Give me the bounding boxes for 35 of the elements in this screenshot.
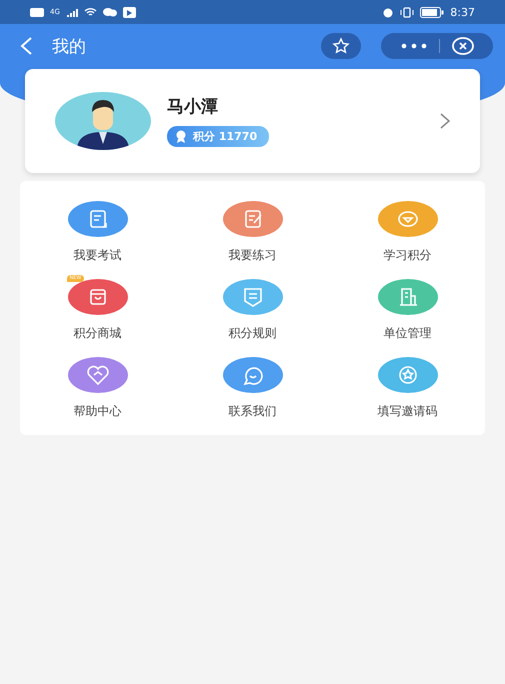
- star-icon: [332, 37, 350, 55]
- menu-icon[interactable]: [222, 357, 284, 393]
- back-icon[interactable]: [20, 37, 32, 55]
- medal-icon: [175, 130, 187, 143]
- menu-label[interactable]: 单位管理: [384, 325, 432, 342]
- menu-icon[interactable]: [222, 279, 284, 315]
- battery-icon: [420, 6, 444, 18]
- profile-card[interactable]: 马小潭 积分 11770: [25, 69, 480, 173]
- menu-label[interactable]: 填写邀请码: [378, 403, 438, 420]
- menu-icon[interactable]: [66, 201, 128, 237]
- close-icon[interactable]: [452, 37, 474, 55]
- menu-icon[interactable]: [66, 279, 128, 315]
- chevron-right-icon[interactable]: [440, 113, 450, 129]
- menu-label[interactable]: 联系我们: [228, 403, 276, 420]
- menu-icon[interactable]: [222, 201, 284, 237]
- page-title: 我的: [52, 36, 87, 58]
- signal-icon: [66, 8, 78, 16]
- menu-label[interactable]: 帮助中心: [74, 403, 122, 420]
- favorite-button[interactable]: [321, 33, 361, 59]
- menu-label[interactable]: 我要考试: [74, 247, 122, 264]
- status-time: 8:37: [450, 6, 475, 18]
- user-name: 马小潭: [167, 96, 219, 118]
- app-icon: [122, 6, 136, 18]
- menu-label[interactable]: 学习积分: [384, 247, 432, 264]
- menu-icon[interactable]: [376, 279, 438, 315]
- menu-label[interactable]: 积分规则: [228, 325, 276, 342]
- menu-icon[interactable]: [376, 201, 438, 237]
- menu-label[interactable]: 我要练习: [228, 247, 276, 264]
- wifi-icon: [84, 7, 97, 17]
- menu-label[interactable]: 积分商城: [74, 325, 122, 342]
- vibrate-icon: [400, 6, 414, 18]
- menu-icon[interactable]: [66, 357, 128, 393]
- menu-icon[interactable]: [376, 357, 438, 393]
- more-icon[interactable]: [400, 43, 426, 49]
- points-text: 积分 11770: [193, 129, 258, 144]
